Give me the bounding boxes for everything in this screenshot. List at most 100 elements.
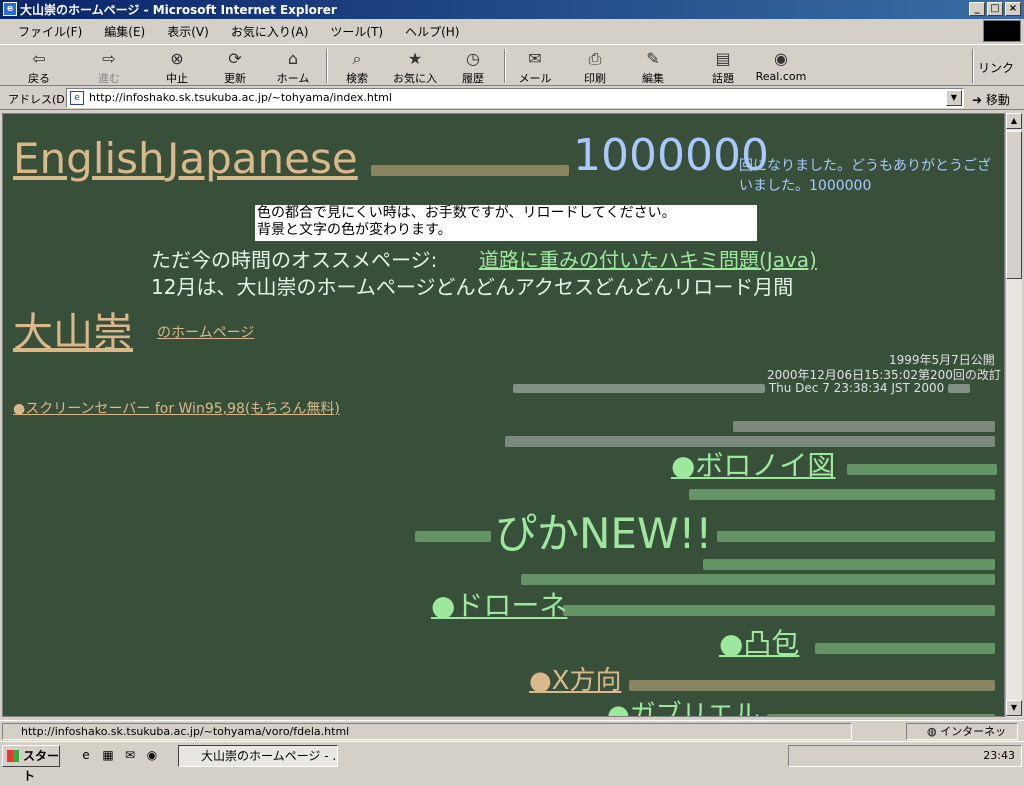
forward-arrow-icon: ⇨ <box>102 49 116 68</box>
address-bar: アドレス(D) e http://infoshako.sk.tsukuba.ac… <box>0 86 1024 110</box>
outlook-quicklaunch-icon[interactable]: ✉ <box>122 747 138 763</box>
higher-order-links-2[interactable] <box>521 569 995 588</box>
taskbar-ie-window[interactable]: 大山崇のホームページ - ... <box>178 745 338 767</box>
printer-icon: ⎙ <box>588 49 602 68</box>
windows-logo-icon <box>983 20 1021 42</box>
search-button[interactable]: ⌕ 検索 <box>332 47 382 85</box>
status-bar: http://infoshako.sk.tsukuba.ac.jp/~tohya… <box>0 720 1024 753</box>
refresh-button[interactable]: ⟳ 更新 <box>210 47 260 85</box>
edit-button[interactable]: ✎ 編集 <box>628 47 678 85</box>
discuss-icon: ▤ <box>715 49 731 68</box>
window-controls: _ □ × <box>969 2 1021 16</box>
access-count-note <box>371 160 571 179</box>
visit-time: Thu Dec 7 23:38:34 JST 2000 <box>513 381 971 395</box>
edit-icon: ✎ <box>646 49 660 68</box>
graph-links[interactable] <box>629 675 995 694</box>
desktop-quicklaunch-icon[interactable]: ▦ <box>100 747 116 763</box>
refresh-icon: ⟳ <box>228 49 242 68</box>
ie-quicklaunch-icon[interactable]: e <box>78 747 94 763</box>
menu-tools[interactable]: ツール(T) <box>330 23 383 40</box>
owner-suffix: のホームページ <box>157 325 255 341</box>
toolbar-separator <box>504 49 506 83</box>
menu-file[interactable]: ファイル(F) <box>18 23 82 40</box>
minimize-button[interactable]: _ <box>969 2 985 16</box>
history-icon: ◷ <box>466 49 480 68</box>
manhattan-links[interactable] <box>717 526 995 545</box>
back-button[interactable]: ⇦ 戻る <box>14 47 64 85</box>
go-button[interactable]: ➜ 移動 <box>972 91 1010 108</box>
start-button[interactable]: スタート <box>2 745 60 783</box>
address-dropdown-button[interactable]: ▼ <box>946 90 962 106</box>
print-button[interactable]: ⎙ 印刷 <box>570 47 620 85</box>
menu-favorites[interactable]: お気に入り(A) <box>231 23 309 40</box>
voronoi-link[interactable]: ●ボロノイ図 <box>671 444 835 484</box>
discuss-button[interactable]: ▤ 話題 <box>698 47 748 85</box>
favorites-folder-icon: ★ <box>407 49 423 68</box>
december-message: 12月は、大山崇のホームページどんどんアクセスどんどんリロード月間 <box>151 275 794 299</box>
mail-icon: ✉ <box>528 49 542 68</box>
menu-help[interactable]: ヘルプ(H) <box>405 23 459 40</box>
window-title: 大山崇のホームページ - Microsoft Internet Explorer <box>20 3 337 17</box>
mail-button[interactable]: ✉ メール <box>510 47 560 85</box>
recommend-link[interactable]: 道路に重みの付いたハキミ問題(Java) <box>479 244 817 273</box>
scroll-up-arrow-icon[interactable]: ▲ <box>1006 113 1022 129</box>
page-content: English Japanese 1000000 回になりました。どうもありがと… <box>2 113 1005 717</box>
notice-line-2: 背景と文字の色が変わります。 <box>257 222 452 238</box>
owner-name: 大山崇 <box>13 310 133 356</box>
history-button[interactable]: ◷ 履歴 <box>448 47 498 85</box>
status-url: http://infoshako.sk.tsukuba.ac.jp/~tohya… <box>2 723 852 740</box>
x-direction-link[interactable]: ●X方向 <box>529 660 622 697</box>
address-url: http://infoshako.sk.tsukuba.ac.jp/~tohya… <box>89 91 392 104</box>
notice-line-1: 色の都合で見にくい時は、お手数ですが、リロードしてください。 <box>257 205 676 221</box>
security-zone: ◍ インターネット <box>906 723 1018 753</box>
close-button[interactable]: × <box>1005 2 1021 16</box>
links-toolbar[interactable]: リンク <box>978 59 1014 76</box>
screensaver-link[interactable]: ●スクリーンセーバー for Win95,98(もちろん無料) <box>13 398 340 418</box>
voronoi-area-link[interactable] <box>847 459 997 478</box>
toolbar-separator <box>326 49 328 83</box>
recommend-label: ただ今の時間のオススメページ: <box>151 248 438 272</box>
maximize-button[interactable]: □ <box>987 2 1003 16</box>
ie-page-icon: e <box>3 2 17 16</box>
media-quicklaunch-icon[interactable]: ◉ <box>144 747 160 763</box>
stop-icon: ⊗ <box>170 49 184 68</box>
ie-window: e 大山崇のホームページ - Microsoft Internet Explor… <box>0 0 1024 783</box>
stop-button[interactable]: ⊗ 中止 <box>152 47 202 85</box>
ellipse-distance-link[interactable] <box>415 526 491 545</box>
scroll-down-arrow-icon[interactable]: ▼ <box>1006 700 1022 716</box>
japanese-link[interactable]: Japanese <box>167 134 358 183</box>
address-input[interactable]: e http://infoshako.sk.tsukuba.ac.jp/~toh… <box>66 88 964 108</box>
title-bar: e 大山崇のホームページ - Microsoft Internet Explor… <box>0 0 1024 19</box>
real-button[interactable]: ◉ Real.com <box>754 47 808 85</box>
voronoi-variant-links[interactable] <box>689 484 995 503</box>
scroll-thumb[interactable] <box>1006 131 1022 279</box>
pika-new-badge: ぴかNEW!! <box>495 509 713 558</box>
go-arrow-icon: ➜ <box>972 93 983 107</box>
back-arrow-icon: ⇦ <box>32 49 46 68</box>
home-button[interactable]: ⌂ ホーム <box>268 47 318 85</box>
page-icon: e <box>70 91 84 105</box>
higher-convex-link[interactable] <box>815 638 995 657</box>
relative-neighbor-link[interactable] <box>767 709 995 716</box>
delaunay-link[interactable]: ●ドローネ <box>431 584 567 624</box>
favorites-button[interactable]: ★お気に入り <box>390 47 440 101</box>
taskbar: スタート e ▦ ✉ ◉ 大山崇のホームページ - ... 23:43 <box>0 741 1024 783</box>
forward-button[interactable]: ⇨ 進む <box>84 47 134 85</box>
gabriel-link[interactable]: ●ガブリエル <box>607 694 760 716</box>
menu-edit[interactable]: 編集(E) <box>104 23 145 40</box>
home-icon: ⌂ <box>287 49 299 68</box>
notice-box: 色の都合で見にくい時は、お手数ですが、リロードしてください。 背景と文字の色が変… <box>255 205 757 241</box>
system-tray: 23:43 <box>788 745 1022 767</box>
vertical-scrollbar[interactable]: ▲ ▼ <box>1005 113 1022 717</box>
delaunay-variant-links[interactable] <box>563 600 995 619</box>
standard-toolbar: ⇦戻る ⇨進む ⊗中止 ⟳更新 ⌂ホーム ⌕検索 ★お気に入り ◷履歴 ✉メール… <box>0 44 1024 101</box>
english-link[interactable]: English <box>13 134 165 183</box>
convex-hull-link[interactable]: ●凸包 <box>719 622 799 662</box>
toolbar-separator <box>972 49 974 83</box>
clock: 23:43 <box>983 749 1015 762</box>
menu-view[interactable]: 表示(V) <box>167 23 209 40</box>
real-icon: ◉ <box>774 49 788 68</box>
menu-bar: ファイル(F) 編集(E) 表示(V) お気に入り(A) ツール(T) ヘルプ(… <box>0 20 1024 42</box>
search-icon: ⌕ <box>352 49 362 68</box>
globe-icon: ◍ <box>927 725 937 738</box>
